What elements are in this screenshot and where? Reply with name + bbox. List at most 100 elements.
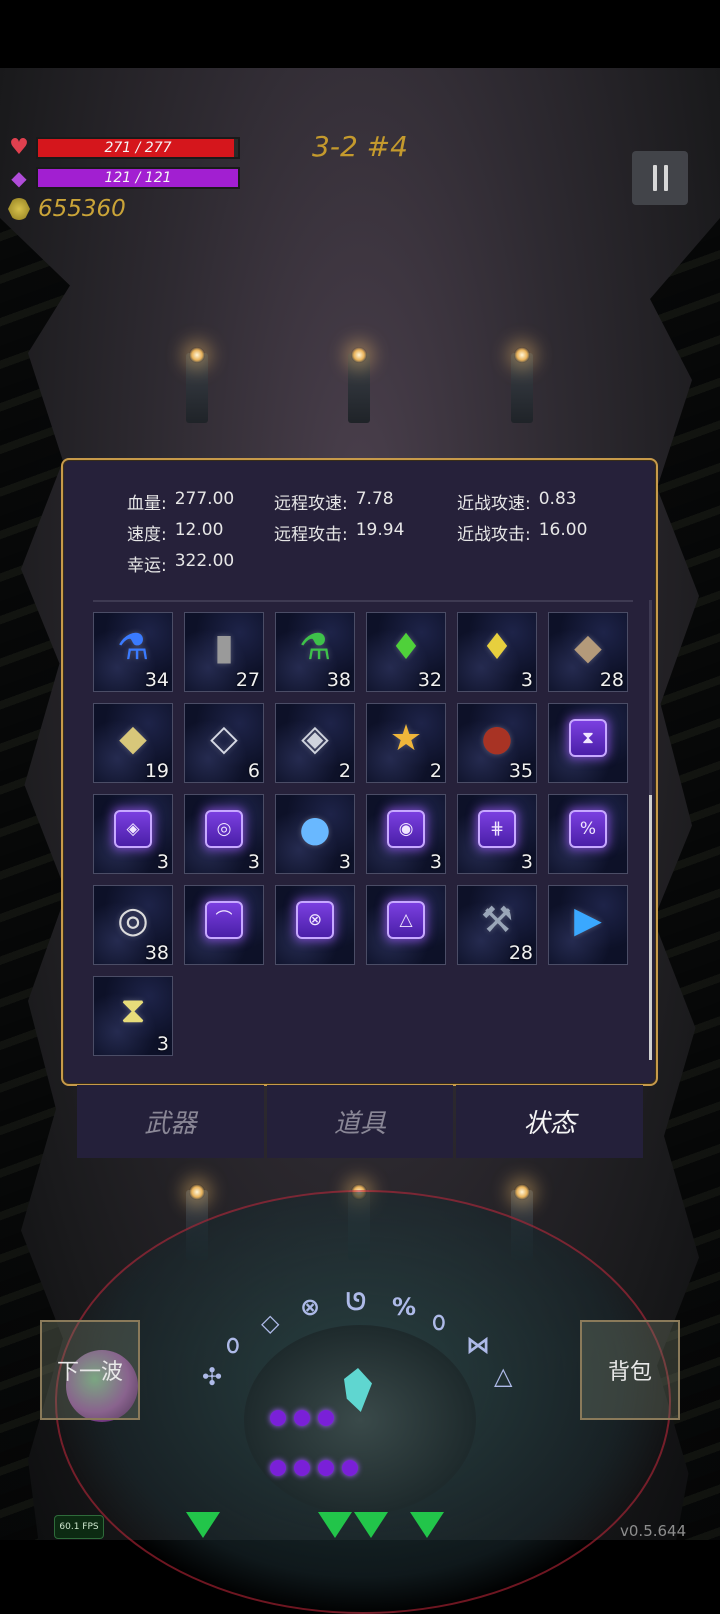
item-count: 3 <box>429 851 442 873</box>
inventory-slot[interactable]: ⚗ 38 <box>275 612 355 692</box>
stat-value: 322.00 <box>174 551 235 571</box>
stat-ranged-speed: 远程攻速: 7.78 <box>274 489 457 514</box>
lamp-pillar <box>348 347 370 423</box>
hp-bar: 271 / 277 <box>36 137 240 159</box>
red-sack-icon: ● <box>481 717 513 759</box>
fps-counter: 60.1 FPS <box>54 1515 104 1539</box>
pause-icon <box>663 165 668 191</box>
tab-weapons[interactable]: 武器 <box>77 1085 264 1158</box>
stats-row: 幸运: 322.00 <box>127 548 627 579</box>
stat-label: 远程攻速: <box>274 494 348 514</box>
inventory-slot[interactable]: ◇ 6 <box>184 703 264 783</box>
stat-label: 近战攻速: <box>457 494 531 514</box>
inventory-slot[interactable]: ⌒ <box>184 885 264 965</box>
inventory-slot[interactable]: ◈ 3 <box>93 794 173 874</box>
rings-icon: ◎ <box>117 899 149 941</box>
inventory-slot[interactable]: ⚗ 34 <box>93 612 173 692</box>
item-count: 34 <box>144 669 169 691</box>
inventory-slot[interactable]: ⋕ 3 <box>457 794 537 874</box>
inventory-slot[interactable]: ⧗ <box>548 703 628 783</box>
rune-glyph: ⊗ <box>300 1293 321 1321</box>
inventory-slot[interactable]: ◆ 19 <box>93 703 173 783</box>
blue-potion-icon: ⚗ <box>116 626 150 668</box>
lamp-pillar <box>511 347 533 423</box>
inventory-scrollbar[interactable] <box>649 600 652 1060</box>
axe-icon: ⚒ <box>480 899 514 941</box>
lamp-pillar <box>186 347 208 423</box>
mp-text: 121 / 121 <box>104 170 172 186</box>
stats-row: 血量: 277.00 远程攻速: 7.78 近战攻速: 0.83 <box>127 486 627 517</box>
mp-row: ◆ 121 / 121 <box>8 167 240 189</box>
stat-ranged-attack: 远程攻击: 19.94 <box>274 520 457 545</box>
inventory-slot[interactable]: ◎ 3 <box>184 794 264 874</box>
rune-glyph: ௦ <box>226 1331 240 1359</box>
item-count: 2 <box>338 760 351 782</box>
stat-melee-attack: 近战攻击: 16.00 <box>457 520 587 545</box>
next-wave-button[interactable]: 下一波 <box>40 1320 140 1420</box>
inventory-slot[interactable]: ⊗ <box>275 885 355 965</box>
hourglass-rune-icon: ⧗ <box>549 710 627 766</box>
gold-card-icon: ⧗ <box>120 990 146 1031</box>
hp-text: 271 / 277 <box>104 140 172 156</box>
gold-amount: 655360 <box>38 196 126 222</box>
item-count: 38 <box>144 942 169 964</box>
gold-coin-icon <box>8 198 30 220</box>
rune-glyph: ◇ <box>261 1309 280 1337</box>
rune-glyph: ⋈ <box>466 1331 490 1359</box>
stats-row: 速度: 12.00 远程攻击: 19.94 近战攻击: 16.00 <box>127 517 627 548</box>
percent-rune-icon: % <box>549 801 627 857</box>
inventory-slot[interactable]: ▮ 27 <box>184 612 264 692</box>
inventory-slot[interactable]: % <box>548 794 628 874</box>
stat-label: 幸运: <box>127 556 167 576</box>
status-panel: 血量: 277.00 远程攻速: 7.78 近战攻速: 0.83 速度: 12.00 远… <box>61 458 658 1086</box>
item-count: 3 <box>156 851 169 873</box>
inventory-slot[interactable]: ● 3 <box>275 794 355 874</box>
item-count: 3 <box>247 851 260 873</box>
inventory-slot[interactable]: ⧗ 3 <box>93 976 173 1056</box>
inventory-slot[interactable]: ● 35 <box>457 703 537 783</box>
purple-projectile <box>318 1410 334 1426</box>
green-potion-icon: ⚗ <box>298 626 332 668</box>
inventory-slot[interactable]: ♦ 32 <box>366 612 446 692</box>
cross-rune-icon: ⊗ <box>276 892 354 948</box>
pause-icon <box>652 165 657 191</box>
stat-value: 277.00 <box>174 489 235 509</box>
pause-button[interactable] <box>632 151 688 205</box>
item-count: 3 <box>338 851 351 873</box>
tab-items[interactable]: 道具 <box>266 1085 454 1158</box>
stat-value: 0.83 <box>538 489 577 509</box>
enemy-marker-icon <box>410 1512 444 1538</box>
inventory-slot[interactable]: ◆ 28 <box>548 612 628 692</box>
inventory-slot[interactable]: △ <box>366 885 446 965</box>
backpack-button[interactable]: 背包 <box>580 1320 680 1420</box>
inventory-slot[interactable]: ◈ 2 <box>275 703 355 783</box>
enemy-marker-icon <box>186 1512 220 1538</box>
mana-diamond-icon: ◆ <box>11 166 27 190</box>
purple-projectile <box>318 1460 334 1476</box>
enemy-marker-icon <box>318 1512 352 1538</box>
scrollbar-thumb[interactable] <box>649 795 652 1060</box>
inventory-slot[interactable]: ⚒ 28 <box>457 885 537 965</box>
item-count: 27 <box>235 669 260 691</box>
purple-projectile <box>270 1460 286 1476</box>
item-count: 6 <box>247 760 260 782</box>
spiral-rune-icon: ◎ <box>185 801 263 857</box>
gold-row: 655360 <box>8 196 126 222</box>
silver-plate-icon: ◇ <box>210 717 238 759</box>
inventory-slot[interactable]: ★ 2 <box>366 703 446 783</box>
inventory-slot[interactable]: ◉ 3 <box>366 794 446 874</box>
inventory-slot[interactable]: ▶ <box>548 885 628 965</box>
version-label: v0.5.644 <box>620 1522 687 1540</box>
stat-luck: 幸运: 322.00 <box>127 551 274 576</box>
eye-rune-icon: ◈ <box>94 801 172 857</box>
silver-cluster-icon: ◈ <box>301 717 329 759</box>
stat-value: 19.94 <box>355 520 405 540</box>
inventory-slot[interactable]: ♦ 3 <box>457 612 537 692</box>
tab-status[interactable]: 状态 <box>456 1085 644 1158</box>
enemy-marker-icon <box>354 1512 388 1538</box>
stats-section: 血量: 277.00 远程攻速: 7.78 近战攻速: 0.83 速度: 12.00 远… <box>127 486 627 579</box>
item-count: 28 <box>599 669 624 691</box>
stat-hp: 血量: 277.00 <box>127 489 274 514</box>
stat-value: 16.00 <box>538 520 588 540</box>
inventory-slot[interactable]: ◎ 38 <box>93 885 173 965</box>
